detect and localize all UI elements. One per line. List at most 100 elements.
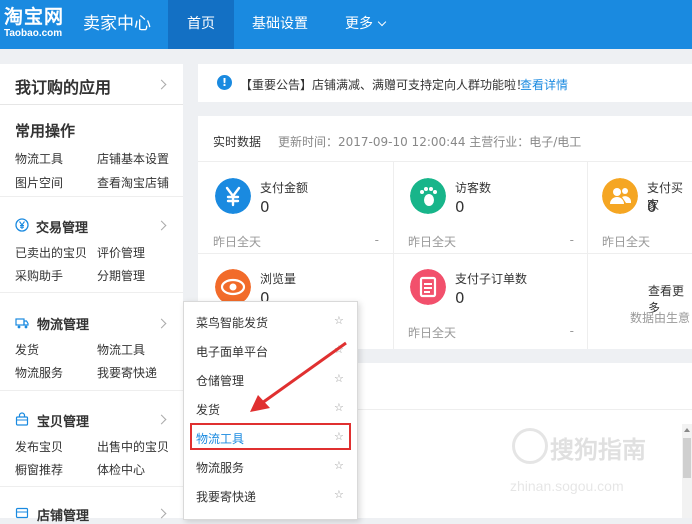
stat-card-visitors[interactable]: 访客数 0 昨日全天 -	[393, 162, 588, 254]
tab-home[interactable]: 首页	[168, 0, 234, 49]
users-icon	[602, 178, 638, 214]
pin-icon[interactable]: ☆	[334, 372, 344, 385]
realtime-data-title: 实时数据	[213, 135, 262, 149]
chevron-right-icon	[156, 79, 167, 90]
tab-more-label: 更多	[345, 16, 373, 32]
tab-basic-settings-label: 基础设置	[252, 16, 308, 32]
link-health-check[interactable]: 体检中心	[97, 461, 145, 478]
link-purchase-assistant[interactable]: 采购助手	[15, 267, 63, 284]
my-apps-header[interactable]: 我订购的应用	[0, 64, 183, 105]
link-review-management[interactable]: 评价管理	[97, 244, 145, 261]
link-window-recommend[interactable]: 橱窗推荐	[15, 461, 63, 478]
flyout-item-logistics-service[interactable]: 物流服务	[196, 459, 244, 476]
shop-management-title[interactable]: 店铺管理	[37, 505, 89, 524]
tab-basic-settings[interactable]: 基础设置	[239, 0, 321, 49]
stat-compare: -	[374, 233, 379, 247]
scroll-thumb[interactable]	[683, 438, 691, 478]
seller-center-title[interactable]: 卖家中心	[83, 13, 151, 35]
data-source-text: 数据由生意	[630, 311, 691, 325]
link-shop-basic-settings[interactable]: 店铺基本设置	[97, 150, 169, 167]
pin-icon[interactable]: ☆	[334, 430, 344, 443]
stat-value: 0	[260, 198, 270, 216]
link-logistics-tool-2[interactable]: 物流工具	[97, 341, 145, 358]
stat-label: 访客数	[455, 181, 492, 195]
update-time-text: 更新时间：2017-09-10 12:00:44 主营行业：电子/电工	[278, 135, 582, 149]
pin-icon[interactable]: ☆	[334, 401, 344, 414]
tab-home-label: 首页	[187, 16, 215, 32]
stat-subtext: 昨日全天	[408, 326, 457, 340]
stat-label: 支付金额	[260, 181, 309, 195]
flyout-item-ship[interactable]: 发货	[196, 401, 220, 418]
stat-value: 0	[647, 198, 657, 216]
stat-subtext: 昨日全天	[408, 235, 457, 249]
flyout-item-warehouse[interactable]: 仓储管理	[196, 372, 244, 389]
link-ship[interactable]: 发货	[15, 341, 39, 358]
watermark-logo-icon	[512, 428, 548, 464]
link-logistics-tool[interactable]: 物流工具	[15, 150, 63, 167]
info-icon: !	[217, 75, 232, 90]
sidebar: 我订购的应用 常用操作 物流工具 店铺基本设置 图片空间 查看淘宝店铺 交易管理…	[0, 64, 183, 524]
watermark-url: zhinan.sogou.com	[510, 478, 624, 494]
pin-icon[interactable]: ☆	[334, 459, 344, 472]
flyout-item-e-waybill[interactable]: 电子面单平台	[196, 343, 268, 360]
divider	[0, 292, 183, 293]
link-items-on-sale[interactable]: 出售中的宝贝	[97, 438, 169, 455]
flyout-item-logistics-tool[interactable]: 物流工具	[196, 430, 244, 447]
logo-chinese: 淘宝网	[4, 6, 65, 28]
pin-icon[interactable]: ☆	[334, 314, 344, 327]
tab-more[interactable]: 更多	[330, 0, 400, 49]
announcement-text: 【重要公告】店铺满减、满赠可支持定向人群功能啦！	[240, 78, 529, 92]
stat-label: 支付子订单数	[455, 272, 528, 286]
link-sold-items[interactable]: 已卖出的宝贝	[15, 244, 87, 261]
stat-card-payment-amount[interactable]: 支付金额 0 昨日全天 -	[198, 162, 393, 254]
logistics-flyout-menu: 菜鸟智能发货 ☆ 电子面单平台 ☆ 仓储管理 ☆ 发货 ☆ 物流工具 ☆ 物流服…	[183, 301, 358, 520]
logistics-management-title[interactable]: 物流管理	[37, 314, 89, 333]
pin-icon[interactable]: ☆	[334, 343, 344, 356]
chevron-down-icon	[377, 17, 387, 27]
document-icon	[410, 269, 446, 305]
divider	[0, 390, 183, 391]
logo-english: Taobao.com	[4, 28, 63, 39]
yen-circle-icon	[15, 218, 29, 232]
goods-management-title[interactable]: 宝贝管理	[37, 411, 89, 430]
common-ops-title: 常用操作	[15, 122, 76, 140]
announcement-bar: ! 【重要公告】店铺满减、满赠可支持定向人群功能啦！ 查看详情	[198, 64, 692, 102]
flyout-item-cainiao[interactable]: 菜鸟智能发货	[196, 314, 268, 331]
sogou-watermark: 搜狗指南	[512, 428, 646, 465]
trade-management-title[interactable]: 交易管理	[36, 217, 88, 236]
stat-subtext: 昨日全天	[213, 235, 262, 249]
stat-compare: -	[569, 324, 574, 338]
link-logistics-service[interactable]: 物流服务	[15, 364, 63, 381]
link-picture-space[interactable]: 图片空间	[15, 174, 63, 191]
eye-icon	[215, 269, 251, 305]
pin-icon[interactable]: ☆	[334, 488, 344, 501]
link-view-shop[interactable]: 查看淘宝店铺	[97, 174, 169, 191]
stat-value: 0	[455, 289, 465, 307]
view-details-link[interactable]: 查看详情	[520, 76, 568, 93]
chevron-right-icon	[156, 220, 167, 231]
stat-card-sub-orders[interactable]: 支付子订单数 0 昨日全天 -	[393, 253, 588, 345]
link-send-express[interactable]: 我要寄快递	[97, 364, 157, 381]
yen-icon	[215, 178, 251, 214]
watermark-text: 搜狗指南	[550, 436, 646, 464]
footprint-icon	[410, 178, 446, 214]
link-publish-item[interactable]: 发布宝贝	[15, 438, 63, 455]
chevron-right-icon	[156, 508, 167, 519]
taobao-logo[interactable]: 淘宝网 Taobao.com	[4, 6, 64, 40]
divider	[0, 486, 183, 487]
my-apps-label: 我订购的应用	[15, 78, 112, 97]
divider	[0, 196, 183, 197]
scrollbar[interactable]	[682, 424, 692, 518]
stat-label: 浏览量	[260, 272, 297, 286]
chevron-right-icon	[156, 318, 167, 329]
stat-value: 0	[455, 198, 465, 216]
stat-compare: -	[569, 233, 574, 247]
top-nav-bar: 淘宝网 Taobao.com 卖家中心 首页 基础设置 更多	[0, 0, 692, 49]
stat-card-paying-buyers[interactable]: 支付买家 0 昨日全天	[587, 162, 692, 254]
scroll-up-arrow-icon[interactable]	[684, 428, 690, 432]
flyout-item-send-express[interactable]: 我要寄快递	[196, 488, 256, 505]
stat-subtext: 昨日全天	[602, 235, 651, 249]
truck-icon	[15, 318, 29, 329]
bag-icon	[15, 412, 29, 426]
link-installment-management[interactable]: 分期管理	[97, 267, 145, 284]
